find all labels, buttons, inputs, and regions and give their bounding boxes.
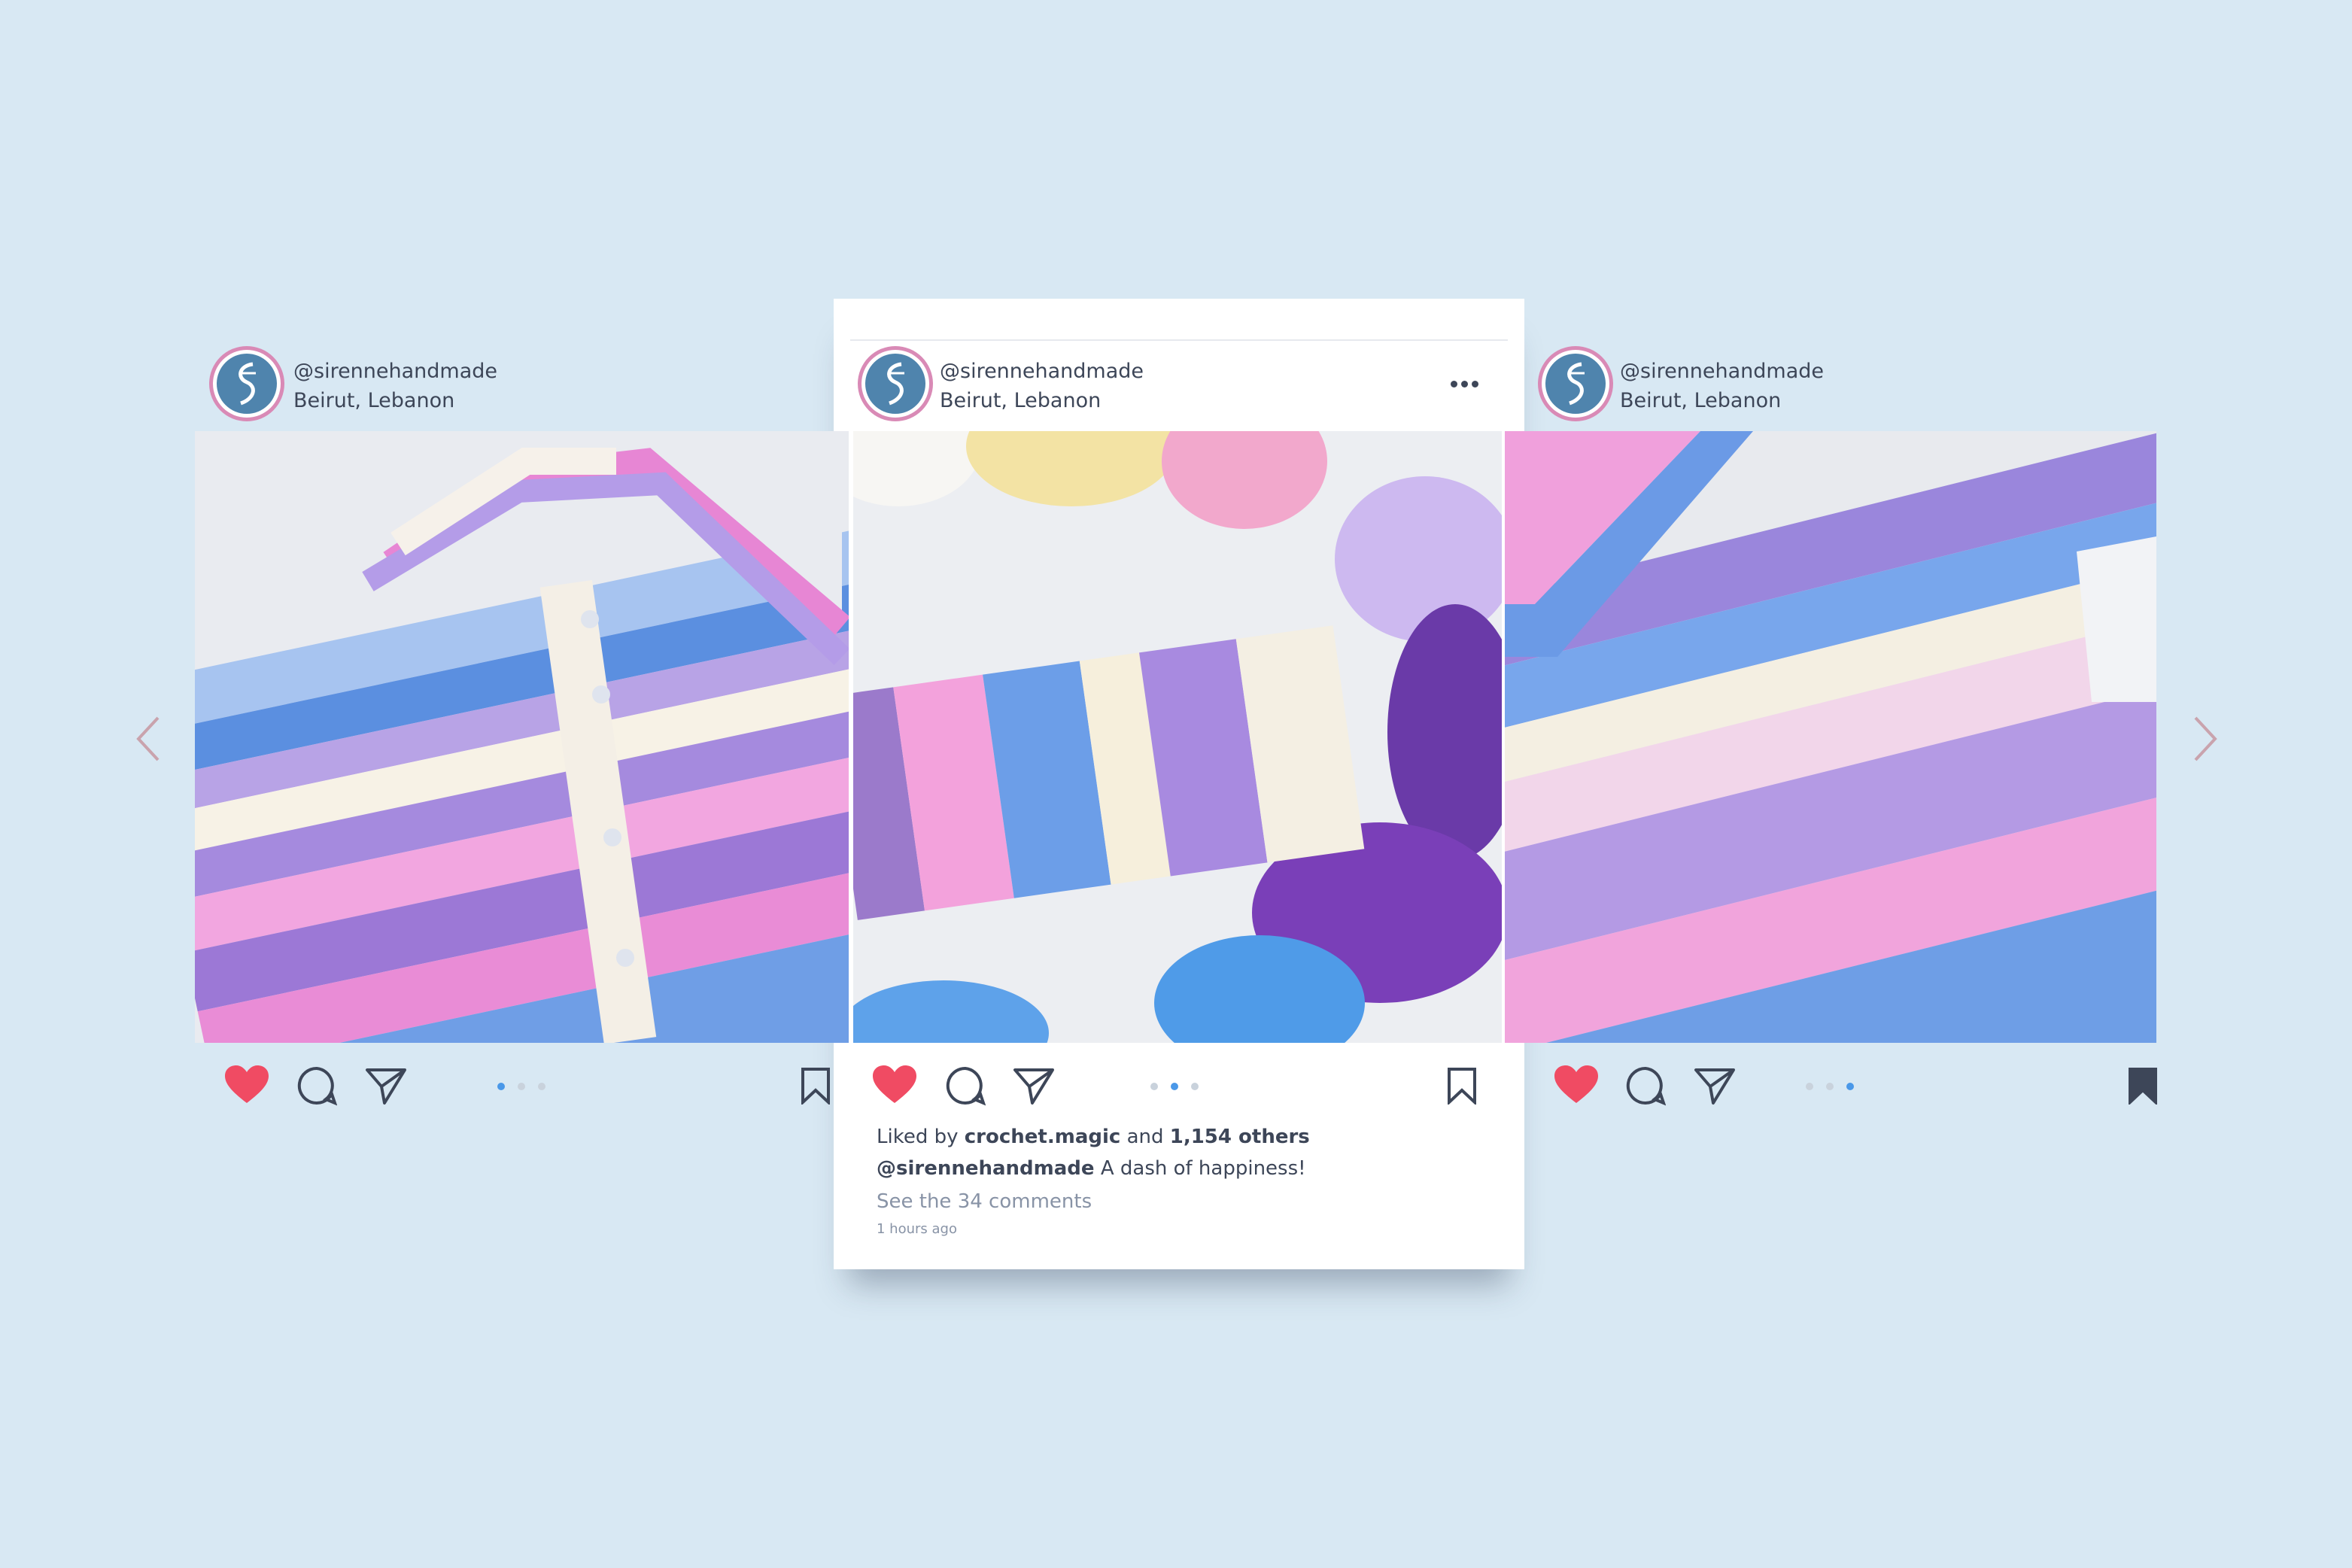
carousel-dot[interactable]	[518, 1083, 525, 1090]
comment-icon[interactable]	[296, 1065, 337, 1106]
caption-line: @sirennehandmade A dash of happiness!	[877, 1157, 1306, 1180]
knit-cardigan-detail-image	[1505, 431, 2156, 1043]
post-location[interactable]: Beirut, Lebanon	[1620, 389, 1781, 412]
share-icon[interactable]	[365, 1067, 407, 1106]
comment-icon[interactable]	[1625, 1065, 1666, 1106]
logo-icon	[887, 362, 904, 406]
knit-cardigan-image	[195, 431, 849, 1043]
post-username[interactable]: @sirennehandmade	[940, 360, 1144, 383]
post-location[interactable]: Beirut, Lebanon	[940, 389, 1101, 412]
carousel-dot[interactable]	[497, 1083, 505, 1090]
more-options-icon[interactable]	[1451, 381, 1481, 390]
post-image[interactable]	[195, 431, 849, 1043]
bookmark-icon[interactable]	[801, 1067, 831, 1105]
chevron-right-icon[interactable]	[2189, 715, 2220, 763]
share-icon[interactable]	[1694, 1067, 1736, 1106]
bookmark-icon[interactable]	[1447, 1067, 1477, 1105]
post-username[interactable]: @sirennehandmade	[1620, 360, 1824, 383]
chevron-left-icon[interactable]	[134, 715, 164, 763]
bookmark-filled-icon[interactable]	[2128, 1067, 2158, 1105]
carousel-dot[interactable]	[1150, 1083, 1158, 1090]
card-divider	[850, 339, 1508, 341]
caption-text: A dash of happiness!	[1100, 1157, 1306, 1180]
caption-username[interactable]: @sirennehandmade	[877, 1157, 1095, 1180]
likes-count[interactable]: 1,154 others	[1170, 1126, 1310, 1148]
likes-and: and	[1126, 1126, 1164, 1148]
carousel-dot[interactable]	[1171, 1083, 1178, 1090]
post-username[interactable]: @sirennehandmade	[293, 360, 497, 383]
carousel-dot[interactable]	[1191, 1083, 1199, 1090]
logo-icon	[1567, 362, 1585, 406]
comment-icon[interactable]	[945, 1065, 986, 1106]
likes-prefix: Liked by	[877, 1126, 959, 1148]
view-comments-link[interactable]: See the 34 comments	[877, 1190, 1092, 1213]
heart-icon[interactable]	[223, 1064, 270, 1106]
avatar[interactable]	[865, 354, 925, 414]
logo-icon	[239, 362, 256, 406]
avatar[interactable]	[217, 354, 277, 414]
post-timestamp: 1 hours ago	[877, 1221, 957, 1237]
heart-icon[interactable]	[871, 1064, 918, 1106]
carousel-dot[interactable]	[1806, 1083, 1813, 1090]
avatar[interactable]	[1545, 354, 1606, 414]
post-image[interactable]	[1505, 431, 2156, 1043]
post-image[interactable]	[853, 431, 1502, 1043]
liked-by-user[interactable]: crochet.magic	[965, 1126, 1121, 1148]
likes-line: Liked by crochet.magic and 1,154 others	[877, 1126, 1310, 1148]
carousel-dot[interactable]	[1846, 1083, 1854, 1090]
share-icon[interactable]	[1013, 1067, 1055, 1106]
carousel-dot[interactable]	[538, 1083, 545, 1090]
post-location[interactable]: Beirut, Lebanon	[293, 389, 454, 412]
heart-icon[interactable]	[1553, 1064, 1600, 1106]
knit-sleeve-image	[853, 431, 1502, 1043]
carousel-dot[interactable]	[1826, 1083, 1834, 1090]
